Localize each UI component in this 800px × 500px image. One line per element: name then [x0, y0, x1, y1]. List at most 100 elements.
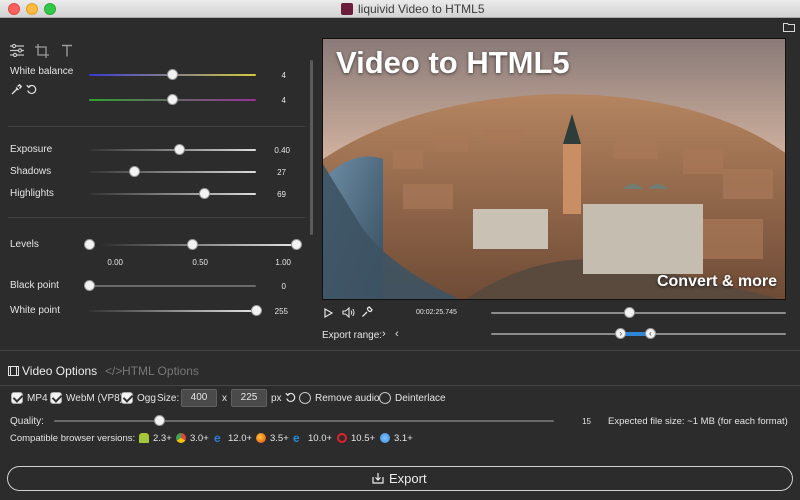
black-point-knob[interactable]	[83, 280, 95, 291]
white-point-value: 255	[274, 307, 288, 316]
chrome-version: 3.0+	[190, 433, 209, 444]
eyedropper-icon[interactable]	[11, 84, 22, 95]
text-icon[interactable]	[61, 44, 73, 57]
shadows-label: Shadows	[10, 166, 52, 177]
levels-white-knob[interactable]	[290, 239, 302, 250]
quality-label: Quality:	[10, 416, 44, 427]
divider	[0, 350, 800, 351]
export-range-end-handle[interactable]: ‹	[644, 328, 656, 339]
webm-label: WebM (VP8)	[66, 393, 124, 404]
playback-position-slider[interactable]	[491, 312, 786, 314]
exposure-knob[interactable]	[173, 144, 185, 155]
browser-compat-label: Compatible browser versions:	[10, 433, 136, 444]
shadows-value: 27	[277, 168, 286, 177]
close-window-button[interactable]	[8, 3, 20, 15]
firefox-version: 3.5+	[270, 433, 289, 444]
window-title: liquivid Video to HTML5	[358, 2, 485, 16]
quality-value: 15	[582, 417, 591, 426]
levels-label: Levels	[10, 239, 39, 250]
quality-slider[interactable]	[54, 420, 554, 422]
height-field[interactable]: 225	[231, 389, 267, 407]
mp4-label: MP4	[27, 393, 48, 404]
edge-icon: e	[214, 431, 221, 445]
crop-icon[interactable]	[35, 44, 49, 58]
white-balance-temperature-knob[interactable]	[167, 69, 178, 80]
shadows-slider[interactable]	[89, 171, 256, 173]
white-balance-label: White balance	[10, 66, 74, 77]
sliders-icon[interactable]	[10, 44, 24, 57]
levels-black-knob[interactable]	[83, 239, 95, 250]
white-balance-tint-knob[interactable]	[167, 94, 178, 105]
video-overlay-title: Video to HTML5	[336, 45, 570, 80]
exposure-slider[interactable]	[89, 149, 256, 151]
edge-version: 12.0+	[228, 433, 253, 444]
ie-version: 10.0+	[308, 433, 333, 444]
export-range-label: Export range:	[322, 330, 383, 341]
white-balance-tint-value: 4	[281, 96, 286, 105]
wrench-icon[interactable]	[361, 306, 373, 318]
highlights-value: 69	[277, 190, 286, 199]
highlights-label: Highlights	[10, 188, 54, 199]
export-icon	[372, 473, 384, 484]
black-point-slider[interactable]	[89, 285, 256, 287]
play-icon[interactable]	[324, 308, 333, 318]
set-range-start-icon[interactable]: ›	[382, 328, 386, 340]
levels-tick-max: 1.00	[275, 258, 291, 267]
black-point-value: 0	[281, 282, 286, 291]
safari-icon	[380, 433, 390, 443]
ie-icon: e	[293, 431, 300, 445]
android-version: 2.3+	[153, 433, 172, 444]
film-icon	[8, 366, 19, 376]
code-icon: </>	[105, 364, 123, 378]
video-overlay-caption: Convert & more	[656, 273, 777, 290]
black-point-label: Black point	[10, 280, 59, 291]
android-icon	[139, 433, 149, 443]
ogg-checkbox[interactable]	[121, 392, 133, 404]
white-balance-temperature-value: 4	[281, 71, 286, 80]
levels-mid-knob[interactable]	[187, 239, 198, 250]
divider	[0, 385, 800, 386]
reset-size-icon[interactable]	[285, 392, 296, 403]
reset-icon[interactable]	[26, 84, 37, 95]
folder-icon[interactable]	[783, 22, 795, 32]
webm-checkbox[interactable]	[50, 392, 62, 404]
minimize-window-button[interactable]	[26, 3, 38, 15]
safari-version: 3.1+	[394, 433, 413, 444]
exposure-label: Exposure	[10, 144, 53, 155]
chrome-icon	[176, 433, 186, 443]
mp4-checkbox[interactable]	[11, 392, 23, 404]
remove-audio-label: Remove audio	[315, 393, 380, 404]
timecode: 00:02:25.745	[416, 309, 457, 316]
levels-tick-min: 0.00	[107, 258, 123, 267]
divider	[8, 126, 305, 127]
deinterlace-checkbox[interactable]	[379, 392, 391, 404]
tab-html-options[interactable]: HTML Options	[122, 364, 199, 378]
exposure-value: 0.40	[274, 146, 290, 155]
size-label: Size:	[157, 393, 180, 404]
highlights-knob[interactable]	[198, 188, 210, 199]
ogg-label: Ogg	[137, 393, 156, 404]
remove-audio-checkbox[interactable]	[299, 392, 311, 404]
highlights-slider[interactable]	[89, 193, 256, 195]
video-preview: Video to HTML5 Convert & more	[322, 38, 786, 300]
white-point-label: White point	[10, 305, 61, 316]
opera-version: 10.5+	[351, 433, 376, 444]
size-separator: x	[222, 393, 227, 404]
size-unit: px	[271, 393, 282, 404]
levels-tick-mid: 0.50	[192, 258, 208, 267]
app-icon	[341, 3, 353, 15]
export-label: Export	[389, 471, 427, 486]
deinterlace-label: Deinterlace	[395, 393, 446, 404]
shadows-knob[interactable]	[128, 166, 140, 177]
white-point-slider[interactable]	[89, 310, 256, 312]
zoom-window-button[interactable]	[44, 3, 56, 15]
set-range-end-icon[interactable]: ‹	[395, 328, 399, 340]
expected-file-size: Expected file size: ~1 MB (for each form…	[608, 416, 788, 427]
firefox-icon	[256, 433, 266, 443]
width-field[interactable]: 400	[181, 389, 217, 407]
browser-list: 2.3+ 3.0+ e 12.0+ 3.5+ e 10.0+ 10.5+ 3.1…	[139, 431, 439, 446]
tab-video-options[interactable]: Video Options	[22, 364, 97, 378]
adjustments-scrollbar[interactable]	[310, 60, 313, 235]
quality-knob[interactable]	[153, 415, 165, 426]
volume-icon[interactable]	[342, 307, 356, 318]
